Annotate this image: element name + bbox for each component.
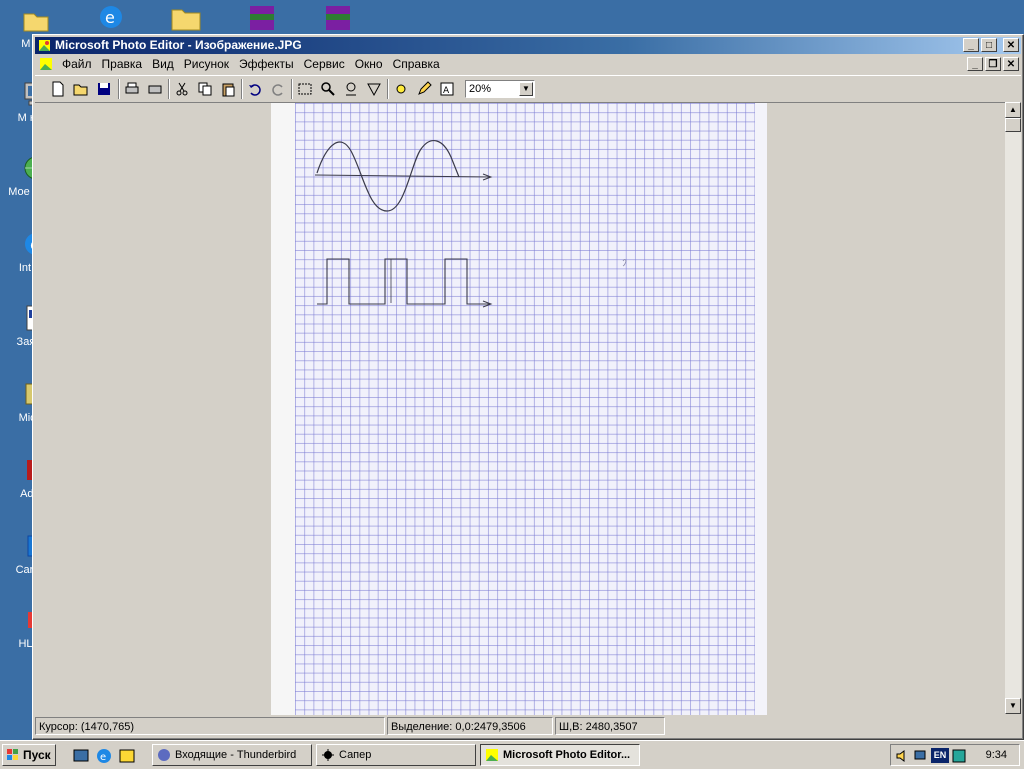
redo-icon — [271, 84, 283, 96]
menu-file[interactable]: Файл — [57, 55, 97, 74]
magnifier-icon — [320, 82, 335, 96]
square-wave — [317, 258, 491, 305]
pencil-icon — [417, 81, 432, 95]
menu-view[interactable]: Вид — [147, 55, 179, 74]
outlook-quicklaunch-icon[interactable] — [118, 747, 136, 765]
status-selection: Выделение: 0,0:2479,3506 — [387, 717, 553, 735]
menu-bar: Файл Правка Вид Рисунок Эффекты Сервис О… — [35, 55, 1021, 74]
taskbar-item-photo-editor[interactable]: Microsoft Photo Editor... — [480, 744, 640, 766]
undo-icon — [248, 84, 261, 96]
tray-app-icon[interactable] — [951, 748, 967, 764]
sharpen-tool-button[interactable] — [363, 79, 384, 99]
scroll-down-button[interactable]: ▼ — [1005, 698, 1021, 714]
thunderbird-icon — [158, 749, 170, 761]
doc-close-button[interactable]: ✕ — [1003, 57, 1019, 71]
save-icon — [97, 83, 110, 95]
marquee-select-icon — [298, 83, 311, 95]
photo-editor-app-icon[interactable] — [38, 39, 51, 52]
volume-icon[interactable] — [895, 748, 911, 764]
menu-edit[interactable]: Правка — [97, 55, 148, 74]
windows-logo-icon — [7, 749, 18, 760]
folder-icon[interactable] — [170, 2, 202, 32]
smudge-tool-button[interactable] — [340, 79, 361, 99]
menu-tools[interactable]: Сервис — [299, 55, 350, 74]
save-button[interactable] — [93, 79, 114, 99]
scissors-icon — [176, 82, 187, 96]
language-indicator[interactable]: EN — [931, 748, 949, 763]
close-button[interactable]: ✕ — [1003, 38, 1019, 52]
text-tool-icon: A — [440, 82, 453, 96]
scanner-icon — [148, 85, 161, 94]
select-tool-button[interactable] — [294, 79, 315, 99]
open-button[interactable] — [70, 79, 91, 99]
graph-paper-image — [271, 103, 767, 715]
start-label: Пуск — [23, 748, 51, 762]
show-desktop-icon[interactable] — [72, 747, 90, 765]
photo-editor-window: Microsoft Photo Editor - Изображение.JPG… — [32, 34, 1024, 740]
toolbar: A 20% ▼ — [35, 75, 1021, 103]
vertical-scrollbar[interactable]: ▲ ▼ — [1005, 102, 1021, 714]
taskbar-item-minesweeper[interactable]: Сапер — [316, 744, 476, 766]
zoom-tool-button[interactable] — [317, 79, 338, 99]
status-bar: Курсор: (1470,765) Выделение: 0,0:2479,3… — [35, 716, 1021, 736]
sharpen-icon — [366, 83, 381, 97]
photo-editor-icon — [486, 749, 498, 761]
print-button[interactable] — [121, 79, 142, 99]
clock[interactable]: 9:34 — [986, 745, 1007, 765]
scroll-up-button[interactable]: ▲ — [1005, 102, 1021, 118]
new-button[interactable] — [47, 79, 68, 99]
status-size: Ш,В: 2480,3507 — [555, 717, 665, 735]
redo-button[interactable] — [267, 79, 288, 99]
internet-explorer-icon[interactable]: e — [96, 2, 126, 32]
scan-button[interactable] — [144, 79, 165, 99]
taskbar: Пуск e Входящие - Thunderbird Сапер Micr… — [0, 740, 1024, 769]
copy-icon — [198, 82, 211, 96]
network-icon[interactable] — [913, 748, 929, 764]
paste-button[interactable] — [217, 79, 238, 99]
sun-icon — [396, 84, 405, 94]
cut-button[interactable] — [171, 79, 192, 99]
svg-text:e: e — [105, 8, 115, 27]
open-folder-icon — [73, 84, 87, 96]
document-icon[interactable] — [39, 57, 53, 71]
taskbar-item-thunderbird[interactable]: Входящие - Thunderbird — [152, 744, 312, 766]
doc-minimize-button[interactable]: _ — [967, 57, 983, 71]
folder-icon — [23, 13, 49, 32]
menu-window[interactable]: Окно — [350, 55, 388, 74]
scroll-thumb[interactable] — [1005, 118, 1021, 132]
paste-icon — [222, 83, 234, 97]
start-button[interactable]: Пуск — [2, 744, 56, 766]
menu-help[interactable]: Справка — [388, 55, 445, 74]
sine-axis — [314, 174, 492, 178]
minimize-button[interactable]: _ — [963, 38, 979, 52]
print-icon — [125, 82, 138, 94]
menu-effects[interactable]: Эффекты — [234, 55, 299, 74]
window-title: Microsoft Photo Editor - Изображение.JPG — [55, 38, 302, 52]
smudge-icon — [345, 82, 356, 96]
doc-restore-button[interactable]: ❐ — [985, 57, 1001, 71]
copy-button[interactable] — [194, 79, 215, 99]
pen-tool-button[interactable] — [413, 79, 434, 99]
maximize-button[interactable]: □ — [981, 38, 997, 52]
undo-button[interactable] — [244, 79, 265, 99]
pencil-mark — [622, 259, 627, 267]
text-tool-button[interactable]: A — [436, 79, 457, 99]
chevron-down-icon[interactable]: ▼ — [519, 82, 533, 96]
new-file-icon — [52, 81, 63, 97]
auto-balance-button[interactable] — [390, 79, 411, 99]
hand-drawn-waveforms — [314, 140, 627, 308]
svg-text:e: e — [100, 752, 106, 763]
zoom-value: 20% — [469, 83, 492, 95]
status-cursor: Курсор: (1470,765) — [35, 717, 385, 735]
zoom-select[interactable]: 20% ▼ — [465, 80, 535, 98]
mine-icon — [322, 749, 334, 761]
internet-explorer-quicklaunch-icon[interactable]: e — [95, 747, 113, 765]
winrar-archive-icon-2[interactable] — [322, 4, 354, 32]
system-tray: EN 9:34 — [890, 744, 1020, 766]
svg-text:A: A — [443, 86, 450, 96]
menu-image[interactable]: Рисунок — [179, 55, 234, 74]
title-bar[interactable]: Microsoft Photo Editor - Изображение.JPG… — [35, 37, 1021, 54]
image-canvas[interactable] — [35, 102, 1005, 715]
winrar-archive-icon[interactable] — [246, 4, 278, 32]
